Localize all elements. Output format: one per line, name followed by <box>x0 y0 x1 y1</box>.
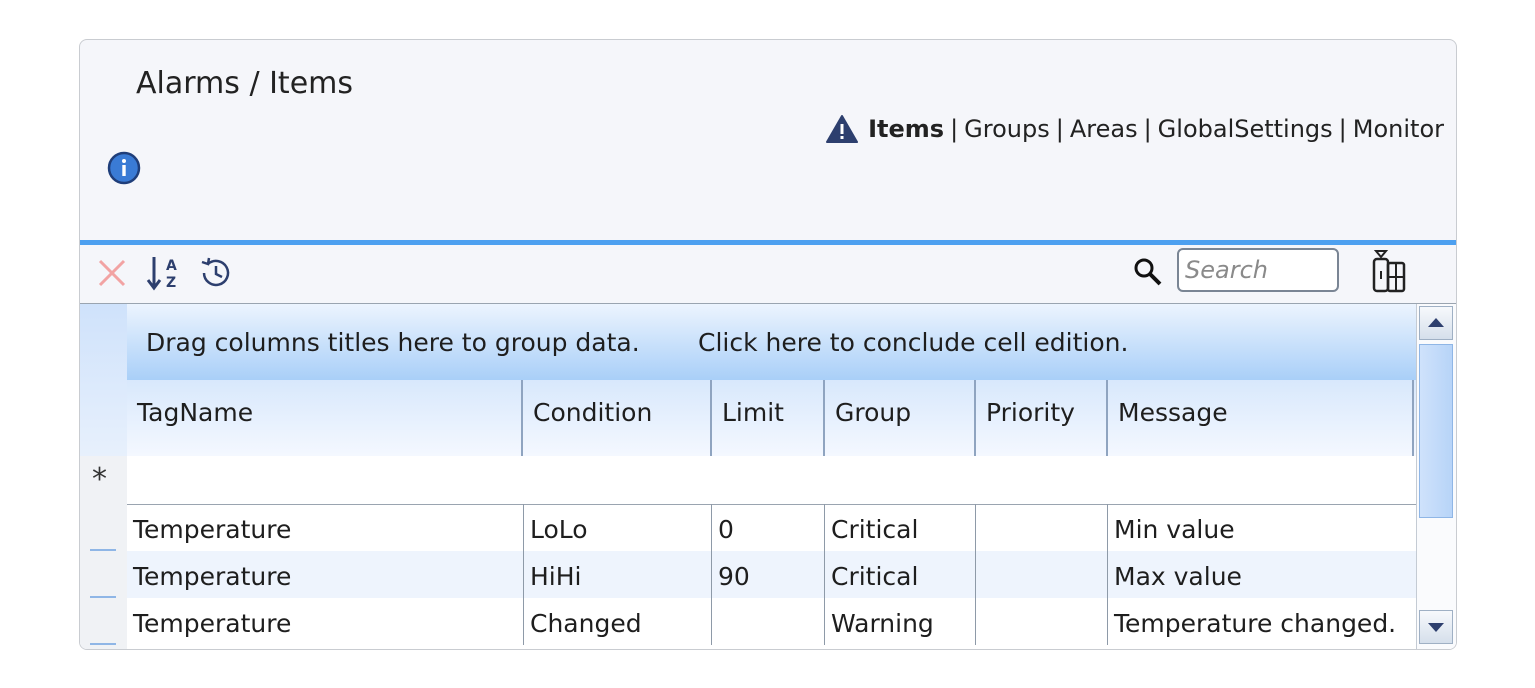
svg-text:Z: Z <box>166 275 176 291</box>
history-icon[interactable] <box>198 255 234 291</box>
column-header-tagname[interactable]: TagName <box>127 380 523 456</box>
row-header[interactable] <box>80 598 127 645</box>
search-icon[interactable] <box>1132 256 1164 288</box>
cell-priority[interactable] <box>976 551 1108 598</box>
nav-items[interactable]: Items <box>868 115 944 143</box>
cell-group[interactable]: Critical <box>825 551 976 598</box>
new-row-marker: * <box>92 462 107 497</box>
cell-condition[interactable]: LoLo <box>524 504 712 551</box>
cell-group[interactable]: Critical <box>825 504 976 551</box>
nav-monitor[interactable]: Monitor <box>1353 115 1444 143</box>
nav-separator: | <box>950 115 959 143</box>
nav-globalsettings[interactable]: GlobalSettings <box>1158 115 1333 143</box>
table-row[interactable]: Temperature LoLo 0 Critical Min value <box>80 504 1416 551</box>
cell-tagname[interactable]: Temperature <box>127 598 524 645</box>
cell-message[interactable]: Min value <box>1108 504 1416 551</box>
cell-tagname[interactable]: Temperature <box>127 504 524 551</box>
group-hint: Drag columns titles here to group data. <box>146 328 640 357</box>
nav-separator: | <box>1055 115 1064 143</box>
section-nav: Items | Groups | Areas | GlobalSettings … <box>826 114 1444 144</box>
table-row[interactable]: Temperature Changed Warning Temperature … <box>80 598 1416 645</box>
nav-areas[interactable]: Areas <box>1070 115 1138 143</box>
vertical-scrollbar[interactable] <box>1416 304 1456 649</box>
cell-message[interactable]: Max value <box>1108 551 1416 598</box>
info-icon[interactable] <box>107 151 141 185</box>
column-header-priority[interactable]: Priority <box>976 380 1108 456</box>
nav-groups[interactable]: Groups <box>964 115 1050 143</box>
grid-toolbar: A Z <box>80 245 1456 303</box>
warning-triangle-icon <box>826 115 859 143</box>
page-title: Alarms / Items <box>136 66 354 101</box>
row-header-corner <box>80 304 127 456</box>
cell-priority[interactable] <box>976 598 1108 645</box>
column-header-group[interactable]: Group <box>825 380 976 456</box>
edit-hint[interactable]: Click here to conclude cell edition. <box>698 328 1128 357</box>
delete-x-icon[interactable] <box>96 257 128 289</box>
chevron-up-icon <box>1428 318 1444 327</box>
scroll-up-button[interactable] <box>1419 306 1453 340</box>
chevron-down-icon <box>1428 623 1444 632</box>
alarms-items-panel: Alarms / Items Items | Groups | Areas | … <box>79 39 1457 650</box>
nav-separator: | <box>1338 115 1347 143</box>
search-input[interactable] <box>1177 248 1339 292</box>
column-header-condition[interactable]: Condition <box>523 380 712 456</box>
scroll-thumb[interactable] <box>1419 344 1453 518</box>
row-header[interactable] <box>80 551 127 598</box>
column-header-limit[interactable]: Limit <box>712 380 825 456</box>
svg-text:A: A <box>166 258 177 274</box>
table-row[interactable]: Temperature HiHi 90 Critical Max value <box>80 551 1416 598</box>
cell-limit[interactable] <box>712 598 825 645</box>
column-header-message[interactable]: Message <box>1108 380 1414 456</box>
nav-separator: | <box>1143 115 1152 143</box>
cell-group[interactable]: Warning <box>825 598 976 645</box>
cell-condition[interactable]: HiHi <box>524 551 712 598</box>
alarms-data-grid: Drag columns titles here to group data. … <box>80 303 1456 649</box>
cell-tagname[interactable]: Temperature <box>127 551 524 598</box>
column-header-row: TagName Condition Limit Group Priority M… <box>127 380 1416 457</box>
group-by-panel[interactable]: Drag columns titles here to group data. … <box>127 304 1416 380</box>
row-header[interactable] <box>80 504 127 551</box>
column-chooser-icon[interactable] <box>1364 249 1410 295</box>
cell-condition[interactable]: Changed <box>524 598 712 645</box>
cell-limit[interactable]: 0 <box>712 504 825 551</box>
cell-limit[interactable]: 90 <box>712 551 825 598</box>
cell-message[interactable]: Temperature changed. <box>1108 598 1416 645</box>
cell-priority[interactable] <box>976 504 1108 551</box>
scroll-down-button[interactable] <box>1419 610 1453 644</box>
sort-az-icon[interactable]: A Z <box>146 253 184 293</box>
new-row[interactable]: * <box>80 456 1416 505</box>
